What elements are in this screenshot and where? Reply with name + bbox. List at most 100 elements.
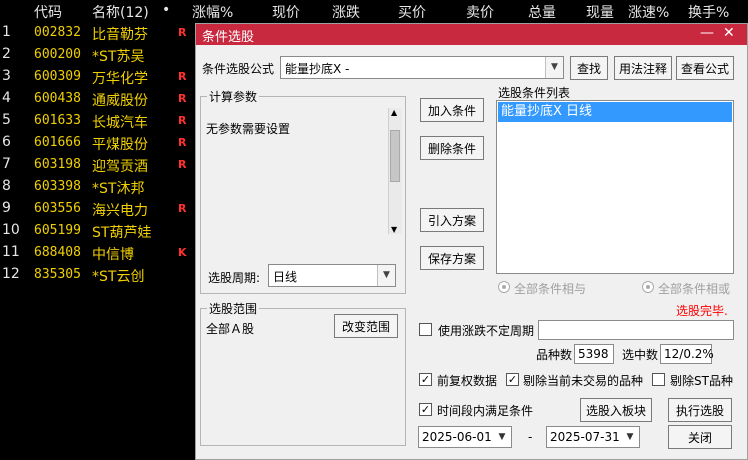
row-number: 1 — [2, 24, 11, 40]
forward-adjust-label: 前复权数据 — [437, 374, 498, 388]
execute-screening-button[interactable]: 执行选股 — [668, 398, 732, 422]
stock-count-label: 品种数 — [536, 348, 573, 362]
range-value: 全部Ａ股 — [206, 322, 255, 336]
chevron-down-icon[interactable]: ▼ — [377, 265, 395, 286]
formula-value: 能量抄底X - — [285, 62, 350, 76]
stock-name: 海兴电力 — [92, 203, 148, 219]
stock-flag: R — [178, 92, 187, 105]
row-number: 8 — [2, 178, 11, 194]
usage-notes-button[interactable]: 用法注释 — [614, 56, 672, 80]
exclude-st-checkbox[interactable] — [652, 373, 665, 386]
stock-name: 中信博 — [92, 247, 134, 263]
column-header-row: 代码 名称(12) • 涨幅% 现价 涨跌 买价 卖价 总量 现量 涨速% 换手… — [0, 0, 748, 22]
stock-row[interactable]: 2 600200 *ST苏吴 — [0, 44, 200, 66]
stock-row[interactable]: 3 600309 万华化学 R — [0, 66, 200, 88]
exclude-st-label: 剔除ST品种 — [670, 374, 733, 388]
save-plan-button[interactable]: 保存方案 — [420, 246, 484, 270]
params-text: 无参数需要设置 — [206, 122, 291, 136]
selected-count-value: 12/0.2% — [664, 347, 714, 361]
col-price[interactable]: 现价 — [272, 2, 300, 22]
stock-flag: R — [178, 114, 187, 127]
period-value: 日线 — [273, 270, 298, 284]
date-to-picker[interactable]: 2025-07-31 ▼ — [546, 426, 640, 448]
col-code[interactable]: 代码 — [34, 2, 62, 22]
stock-flag: K — [178, 246, 187, 259]
close-button[interactable]: 关闭 — [668, 425, 732, 449]
col-speed[interactable]: 涨速% — [628, 2, 669, 22]
stock-row[interactable]: 12 835305 *ST云创 — [0, 264, 200, 286]
params-scrollbar[interactable]: ▲ ▼ — [388, 108, 402, 234]
row-number: 10 — [2, 222, 20, 238]
import-plan-button[interactable]: 引入方案 — [420, 208, 484, 232]
date-separator: - — [528, 430, 533, 444]
stock-row[interactable]: 5 601633 长城汽车 R — [0, 110, 200, 132]
row-number: 2 — [2, 46, 11, 62]
dialog-titlebar[interactable]: 条件选股 — ✕ — [196, 24, 747, 45]
stock-row[interactable]: 1 002832 比音勒芬 R — [0, 22, 200, 44]
dialog-title: 条件选股 — [202, 30, 255, 45]
add-to-block-button[interactable]: 选股入板块 — [580, 398, 652, 422]
chevron-down-icon[interactable]: ▼ — [622, 428, 638, 446]
row-number: 7 — [2, 156, 11, 172]
stock-row[interactable]: 10 605199 ST葫芦娃 — [0, 220, 200, 242]
row-number: 12 — [2, 266, 20, 282]
period-range-field[interactable] — [538, 320, 734, 340]
stock-row[interactable]: 9 603556 海兴电力 R — [0, 198, 200, 220]
delete-condition-button[interactable]: 删除条件 — [420, 136, 484, 160]
stock-name: 万华化学 — [92, 71, 148, 87]
add-condition-button[interactable]: 加入条件 — [420, 98, 484, 122]
formula-label: 条件选股公式 — [202, 62, 275, 76]
stock-row[interactable]: 7 603198 迎驾贡酒 R — [0, 154, 200, 176]
col-volume[interactable]: 总量 — [528, 2, 556, 22]
scroll-down-icon[interactable]: ▼ — [391, 225, 397, 234]
col-change[interactable]: 涨跌 — [332, 2, 360, 22]
close-icon[interactable]: ✕ — [723, 25, 735, 41]
time-range-label: 时间段内满足条件 — [437, 404, 534, 418]
radio-all-or[interactable] — [642, 281, 654, 293]
condition-list-title: 选股条件列表 — [498, 86, 571, 100]
formula-select[interactable]: 能量抄底X - ▼ — [280, 56, 564, 79]
row-number: 5 — [2, 112, 11, 128]
chevron-down-icon[interactable]: ▼ — [494, 428, 510, 446]
date-from-value: 2025-06-01 — [422, 430, 492, 444]
stock-row[interactable]: 11 688408 中信博 K — [0, 242, 200, 264]
change-range-button[interactable]: 改变范围 — [334, 314, 398, 338]
minimize-icon[interactable]: — — [700, 25, 714, 41]
chevron-down-icon[interactable]: ▼ — [545, 57, 563, 78]
find-button[interactable]: 查找 — [570, 56, 608, 80]
forward-adjust-checkbox[interactable]: ✓ — [419, 373, 432, 386]
stock-code: 600200 — [34, 47, 81, 62]
scroll-thumb[interactable] — [390, 130, 400, 182]
condition-list[interactable]: 能量抄底X 日线 — [496, 100, 734, 274]
exclude-untraded-checkbox[interactable]: ✓ — [506, 373, 519, 386]
stock-code: 835305 — [34, 267, 81, 282]
stock-flag: R — [178, 158, 187, 171]
condition-list-item[interactable]: 能量抄底X 日线 — [498, 102, 732, 122]
col-change-pct[interactable]: 涨幅% — [192, 2, 233, 22]
period-select[interactable]: 日线 ▼ — [268, 264, 396, 287]
stock-flag: R — [178, 26, 187, 39]
view-formula-button[interactable]: 查看公式 — [676, 56, 734, 80]
status-text: 选股完毕. — [676, 304, 728, 318]
col-ask[interactable]: 卖价 — [466, 2, 494, 22]
row-number: 11 — [2, 244, 20, 260]
scroll-up-icon[interactable]: ▲ — [391, 108, 397, 117]
stock-name: 平煤股份 — [92, 137, 148, 153]
stock-row[interactable]: 4 600438 通威股份 R — [0, 88, 200, 110]
stock-code: 601666 — [34, 135, 81, 150]
use-period-checkbox[interactable] — [419, 323, 432, 336]
col-name[interactable]: 名称(12) — [92, 2, 149, 22]
col-cur-volume[interactable]: 现量 — [586, 2, 614, 22]
stock-flag: R — [178, 202, 187, 215]
col-bid[interactable]: 买价 — [398, 2, 426, 22]
stock-code: 600309 — [34, 69, 81, 84]
radio-all-and-label: 全部条件相与 — [514, 282, 587, 296]
col-turnover[interactable]: 换手% — [688, 2, 729, 22]
stock-row[interactable]: 8 603398 *ST沐邦 — [0, 176, 200, 198]
selected-count-label: 选中数 — [622, 348, 659, 362]
stock-row[interactable]: 6 601666 平煤股份 R — [0, 132, 200, 154]
time-range-checkbox[interactable]: ✓ — [419, 403, 432, 416]
radio-all-and[interactable] — [498, 281, 510, 293]
date-from-picker[interactable]: 2025-06-01 ▼ — [418, 426, 512, 448]
date-to-value: 2025-07-31 — [550, 430, 620, 444]
